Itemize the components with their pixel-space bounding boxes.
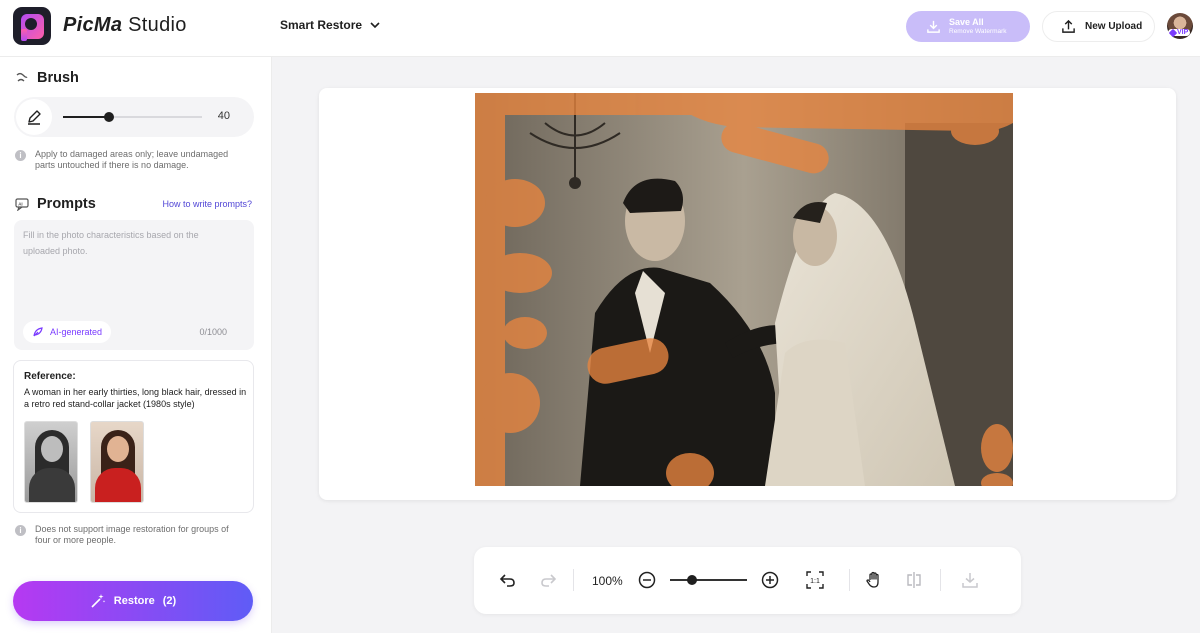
ai-generated-button[interactable]: AI-generated	[23, 321, 112, 343]
reference-title: Reference:	[24, 371, 76, 382]
toolbar-divider	[849, 569, 850, 591]
download-button[interactable]	[959, 569, 981, 591]
ai-generated-label: AI-generated	[50, 327, 103, 337]
reference-image-after[interactable]	[90, 421, 144, 503]
save-all-sublabel: Remove Watermark	[949, 27, 1007, 35]
brand-name: PicMa Studio	[63, 14, 187, 37]
chevron-down-icon	[370, 22, 380, 29]
toolbar-divider	[573, 569, 574, 591]
brush-size-slider[interactable]	[63, 112, 202, 122]
redo-icon	[541, 574, 557, 587]
brush-slider-handle[interactable]	[103, 112, 114, 122]
brush-title: Brush	[37, 70, 79, 86]
upload-icon	[1062, 19, 1075, 33]
brush-slider-fill	[63, 116, 109, 118]
zoom-level: 100%	[592, 574, 623, 588]
magic-wand-icon	[91, 594, 106, 608]
hand-icon	[866, 571, 879, 588]
reference-text: A woman in her early thirties, long blac…	[24, 387, 247, 410]
group-note: i Does not support image restoration for…	[15, 524, 245, 547]
new-upload-button[interactable]: New Upload	[1042, 11, 1155, 42]
mode-label: Smart Restore	[280, 18, 363, 32]
prompt-placeholder: Fill in the photo characteristics based …	[23, 230, 199, 256]
zoom-out-icon	[638, 571, 656, 589]
download-icon	[927, 20, 940, 33]
download-icon	[962, 573, 978, 588]
compare-button[interactable]	[903, 569, 925, 591]
redo-button[interactable]	[537, 569, 559, 591]
brush-size-control: 40	[14, 97, 254, 137]
vip-badge: VIP	[1168, 28, 1191, 37]
vip-icon	[1168, 28, 1178, 37]
brush-section-title: Brush	[15, 70, 79, 86]
character-counter: 0/1000	[199, 327, 227, 337]
undo-icon	[499, 574, 515, 587]
prompts-title: Prompts	[37, 196, 96, 212]
save-all-button[interactable]: Save All Remove Watermark	[906, 11, 1030, 42]
info-icon: i	[15, 150, 26, 161]
brush-note-text: Apply to damaged areas only; leave undam…	[35, 149, 229, 171]
svg-text:AI: AI	[18, 201, 23, 206]
logo-icon[interactable]	[13, 7, 51, 45]
zoom-in-icon	[761, 571, 779, 589]
prompt-input[interactable]: Fill in the photo characteristics based …	[14, 220, 254, 350]
hand-tool-button[interactable]	[863, 569, 885, 591]
reference-card: Reference: A woman in her early thirties…	[13, 360, 254, 513]
brand-light: Studio	[122, 14, 187, 36]
restore-count: (2)	[162, 595, 177, 607]
save-all-label: Save All	[949, 16, 984, 27]
undo-button[interactable]	[497, 569, 519, 591]
restore-label: Restore	[113, 595, 155, 607]
fit-icon: 1:1	[806, 571, 824, 589]
actual-size-button[interactable]: 1:1	[804, 569, 826, 591]
pen-icon[interactable]	[16, 99, 52, 135]
canvas-toolbar: 100% 1:1	[474, 547, 1021, 614]
group-note-text: Does not support image restoration for g…	[35, 524, 229, 546]
zoom-out-button[interactable]	[636, 569, 658, 591]
mode-dropdown[interactable]: Smart Restore	[280, 18, 381, 32]
sidebar: Brush 40 i Apply to damaged areas only; …	[0, 57, 272, 633]
how-to-write-prompts-link[interactable]: How to write prompts?	[162, 199, 252, 209]
brush-size-value: 40	[217, 110, 230, 122]
brush-note: i Apply to damaged areas only; leave und…	[15, 149, 245, 172]
zoom-in-button[interactable]	[759, 569, 781, 591]
app-header: PicMa Studio Smart Restore Save All Remo…	[0, 0, 1200, 57]
prompts-section-title: AI Prompts	[15, 196, 96, 212]
brush-icon	[16, 72, 28, 82]
compare-icon	[907, 572, 921, 588]
new-upload-label: New Upload	[1085, 21, 1143, 32]
zoom-slider[interactable]	[670, 575, 747, 585]
photo-canvas[interactable]	[475, 93, 1013, 486]
actual-size-label: 1:1	[810, 578, 820, 585]
reference-image-before[interactable]	[24, 421, 78, 503]
toolbar-divider	[940, 569, 941, 591]
brand-bold: PicMa	[63, 14, 123, 36]
info-icon: i	[15, 525, 26, 536]
feather-icon	[33, 327, 43, 337]
zoom-slider-handle[interactable]	[686, 575, 697, 585]
vip-label: VIP	[1177, 29, 1189, 36]
prompt-icon: AI	[15, 198, 29, 211]
restore-button[interactable]: Restore (2)	[13, 581, 253, 621]
